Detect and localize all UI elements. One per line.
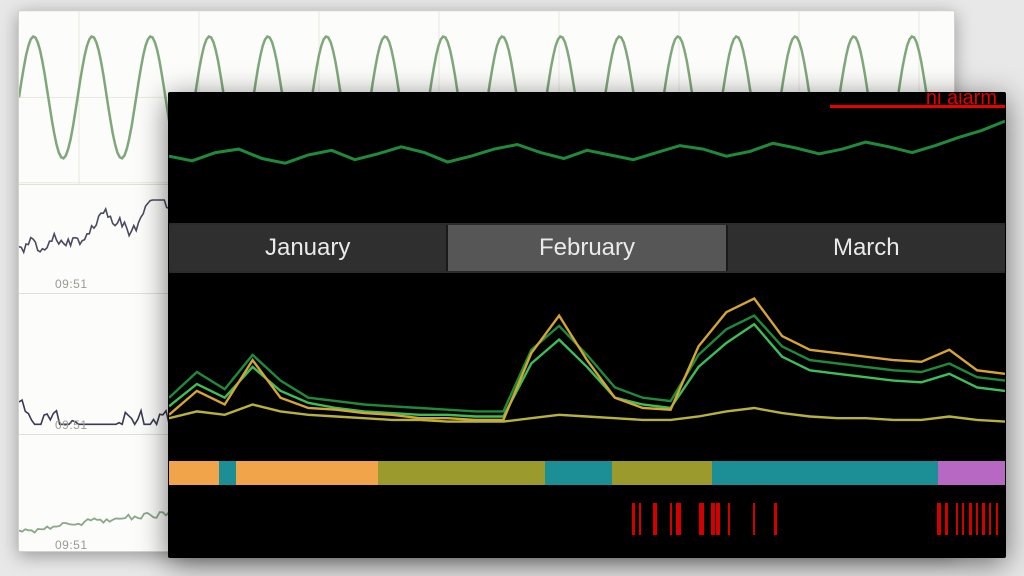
alarm-event-mark [639,503,642,535]
alarm-event-mark [937,503,941,535]
event-rail [169,497,1005,541]
alarm-event-mark [632,503,636,535]
alarm-event-mark [774,503,777,535]
back-row-time-label: 09:51 [55,277,88,291]
status-segment [545,461,612,485]
month-selector: JanuaryFebruaryMarch [169,223,1005,273]
alarm-event-mark [676,503,681,535]
status-segment [938,461,1005,485]
month-tab-january[interactable]: January [169,225,448,271]
back-row-time-label: 09:51 [55,538,88,552]
alarm-event-mark [956,503,959,535]
alarm-event-mark [982,503,984,535]
alarm-event-mark [753,503,755,535]
alarm-event-mark [945,503,948,535]
status-segment [712,461,938,485]
status-timeline-bar [169,461,1005,485]
alarm-event-mark [670,503,673,535]
front-top-trend-chart: hi alarm [169,93,1005,223]
status-segment [169,461,219,485]
status-segment [612,461,712,485]
alarm-event-mark [699,503,704,535]
alarm-event-mark [996,503,999,535]
hi-alarm-label: hi alarm [926,92,997,110]
alarm-event-mark [989,503,992,535]
status-segment [236,461,378,485]
alarm-event-mark [728,503,730,535]
alarm-event-mark [653,503,657,535]
month-tab-march[interactable]: March [728,225,1005,271]
month-tab-february[interactable]: February [448,225,727,271]
status-segment [378,461,545,485]
alarm-event-mark [969,503,972,535]
front-dashboard-panel: hi alarm JanuaryFebruaryMarch [168,92,1006,558]
stage: 09:51 09:51 09:51 hi alarm JanuaryFebrua… [0,0,1024,576]
alarm-event-mark [711,503,715,535]
status-segment [219,461,236,485]
front-main-multi-chart [169,273,1005,453]
alarm-event-mark [716,503,719,535]
alarm-event-mark [962,503,964,535]
back-row-time-label: 09:51 [55,418,88,432]
alarm-event-mark [976,503,979,535]
